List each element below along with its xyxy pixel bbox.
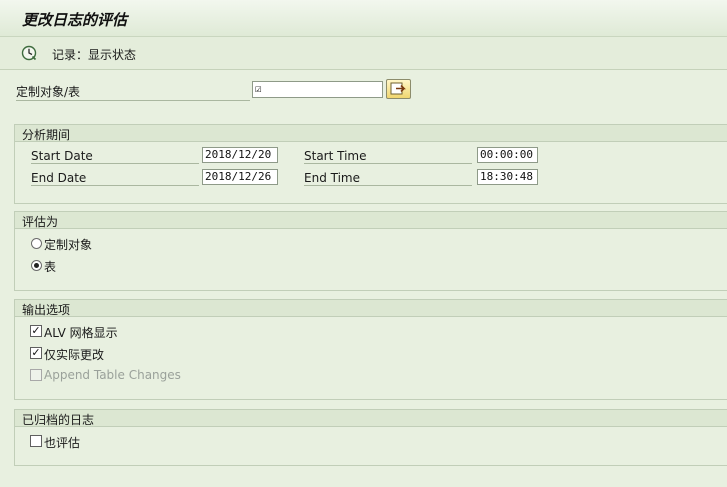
- evaluate-as-header: 评估为: [15, 212, 727, 229]
- application-toolbar: 记录：显示状态: [0, 37, 727, 70]
- status-button-label[interactable]: 记录：显示状态: [52, 46, 136, 63]
- radio-custom-object-label[interactable]: 定制对象: [44, 236, 92, 253]
- radio-table[interactable]: [31, 260, 42, 271]
- end-date-label: End Date: [31, 171, 199, 186]
- analysis-period-title: 分析期间: [22, 128, 71, 142]
- title-bar: 更改日志的评估: [0, 0, 727, 37]
- start-date-input[interactable]: 2018/12/20: [202, 147, 278, 163]
- custom-object-table-input[interactable]: ☑: [252, 81, 383, 98]
- archived-logs-header: 已归档的日志: [15, 410, 727, 427]
- checkbox-append-table-changes: [30, 369, 42, 381]
- radio-custom-object[interactable]: [31, 238, 42, 249]
- checkbox-actual-changes-label[interactable]: 仅实际更改: [44, 346, 104, 363]
- output-options-title: 输出选项: [22, 303, 71, 317]
- output-options-group: 输出选项: [14, 299, 727, 400]
- checkbox-alv-grid-label[interactable]: ALV 网格显示: [44, 324, 118, 341]
- checkbox-alv-grid[interactable]: ✓: [30, 325, 42, 337]
- radio-table-label[interactable]: 表: [44, 258, 56, 275]
- arrow-right-icon: [390, 82, 406, 95]
- checkbox-actual-changes[interactable]: ✓: [30, 347, 42, 359]
- start-date-label: Start Date: [31, 149, 199, 164]
- evaluate-as-title: 评估为: [22, 215, 59, 229]
- execute-button[interactable]: [386, 79, 411, 99]
- end-time-input[interactable]: 18:30:48: [477, 169, 538, 185]
- window-title: 更改日志的评估: [22, 11, 128, 29]
- checkbox-also-evaluate-label[interactable]: 也评估: [44, 434, 80, 451]
- end-time-label: End Time: [304, 171, 472, 186]
- archived-logs-group: 已归档的日志: [14, 409, 727, 466]
- archived-logs-title: 已归档的日志: [22, 413, 95, 427]
- checkbox-append-table-changes-label: Append Table Changes: [44, 368, 181, 382]
- output-options-header: 输出选项: [15, 300, 727, 317]
- analysis-period-group: 分析期间: [14, 124, 727, 204]
- start-time-label: Start Time: [304, 149, 472, 164]
- checkbox-also-evaluate[interactable]: [30, 435, 42, 447]
- end-date-input[interactable]: 2018/12/26: [202, 169, 278, 185]
- custom-object-table-label: 定制对象/表: [16, 83, 250, 101]
- analysis-period-header: 分析期间: [15, 125, 727, 142]
- clock-execute-icon[interactable]: [20, 44, 38, 62]
- evaluate-as-group: 评估为: [14, 211, 727, 291]
- start-time-input[interactable]: 00:00:00: [477, 147, 538, 163]
